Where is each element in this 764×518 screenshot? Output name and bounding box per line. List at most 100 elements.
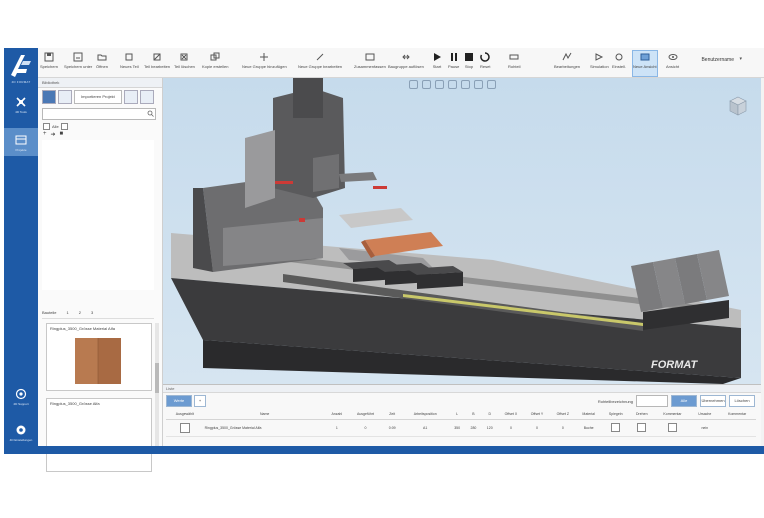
filter-label: Alle <box>52 124 59 129</box>
tab-add[interactable]: + <box>194 395 206 407</box>
tab-values[interactable]: Werte <box>166 395 192 407</box>
parts-tab[interactable]: 3 <box>91 310 93 315</box>
library-search-input[interactable] <box>42 108 156 120</box>
column-header[interactable]: Offset Z <box>550 409 576 420</box>
toolbar-start[interactable]: Start <box>432 51 442 75</box>
table-cell: 350 <box>449 419 466 437</box>
nav-item-settings[interactable]: 4D Einstellungen <box>4 418 38 446</box>
chevron-down-icon[interactable]: ▾ <box>739 56 742 62</box>
toolbar-new-part[interactable]: Neues Teil <box>120 51 139 75</box>
toolbar-simulation[interactable]: Simulation <box>590 51 609 75</box>
toolbar-new-view[interactable]: Neue Ansicht <box>632 50 658 77</box>
toolbar-label: Baugruppe auflösen <box>388 64 424 69</box>
nav-item-projects[interactable]: Projekte <box>4 128 38 156</box>
add-group-icon <box>260 53 269 61</box>
scrollbar-thumb[interactable] <box>155 363 159 393</box>
toolbar-open[interactable]: Öffnen <box>96 51 108 75</box>
toolbar-label: Ansicht <box>666 64 680 69</box>
toolbar-settings[interactable]: Einstell. <box>612 51 626 75</box>
toolbar-operations[interactable]: Bearbeitungen <box>554 51 580 75</box>
toolbar-save[interactable]: Speichern <box>40 51 58 75</box>
add-icon[interactable] <box>123 90 138 104</box>
toolbar-ungroup[interactable]: Baugruppe auflösen <box>388 51 424 75</box>
plus-icon[interactable]: + <box>43 131 47 138</box>
table-cell <box>718 419 756 437</box>
toolbar-save-as[interactable]: Speichern unter <box>64 51 92 75</box>
main-toolbar: Speichern Speichern unter Öffnen Neues T… <box>38 48 764 78</box>
column-header[interactable]: Anzahl <box>325 409 348 420</box>
comment-checkbox-cell[interactable] <box>653 419 692 437</box>
column-header[interactable]: D <box>481 409 498 420</box>
checkbox[interactable] <box>667 423 677 432</box>
column-header[interactable]: Zeit <box>383 409 402 420</box>
toolbar-delete-part[interactable]: Teil löschen <box>174 51 195 75</box>
filter-checkbox[interactable] <box>43 123 50 130</box>
lock-icon[interactable]: ■ <box>60 131 64 138</box>
toolbar-label: Speichern unter <box>64 64 93 69</box>
grid-view-icon[interactable] <box>42 90 56 104</box>
column-header[interactable]: Name <box>203 409 326 420</box>
checkbox[interactable] <box>179 422 190 433</box>
settings-icon <box>615 53 623 61</box>
3d-viewport[interactable]: FORMAT <box>163 78 761 385</box>
arrow-icon[interactable]: ➜ <box>51 131 56 138</box>
toolbar-reset[interactable]: Reset <box>480 51 490 75</box>
column-header[interactable]: L <box>449 409 466 420</box>
column-header[interactable]: Ausgewählt <box>166 409 204 420</box>
toolbar-edit-group[interactable]: Neue Gruppe bearbeiten <box>298 51 342 75</box>
nav-item-support[interactable]: 4D Support <box>4 382 38 410</box>
column-header[interactable]: Spiegeln <box>601 409 630 420</box>
more-icon[interactable] <box>139 90 154 104</box>
toolbar-pause[interactable]: Pause <box>448 51 459 75</box>
checkbox[interactable] <box>637 423 647 432</box>
column-header[interactable]: Arbeitsposition <box>401 409 450 420</box>
nav-item-tools[interactable]: 4D Tools <box>4 90 38 118</box>
table-row[interactable]: Ringplus_3500_Grösse Material Alfa 1 0 0… <box>166 419 756 437</box>
column-header[interactable]: Kommentar <box>718 409 756 420</box>
import-project-button[interactable]: Importieren Projekt <box>74 90 122 104</box>
part-card[interactable]: Ringplus_3500_Grösse Material Alfa <box>46 323 152 391</box>
toolbar-view[interactable]: Ansicht <box>666 51 679 75</box>
mirror-checkbox-cell[interactable] <box>601 419 630 437</box>
toolbar-merge[interactable]: Zusammenfassen <box>354 51 386 75</box>
nav-item-label: 4D Einstellungen <box>9 437 33 442</box>
part-card-title: Ringplus_3500_Grösse Alfa <box>50 401 100 406</box>
column-header[interactable]: Ursache <box>691 409 719 420</box>
column-header[interactable]: Ausgeführt <box>347 409 384 420</box>
parts-tab[interactable]: Bauteile <box>42 310 56 315</box>
column-header[interactable]: Kommentar <box>653 409 692 420</box>
toolbar-edit-part[interactable]: Teil bearbeiten <box>144 51 170 75</box>
row-select-checkbox[interactable] <box>166 419 204 437</box>
toolbar-blank[interactable]: Rohteil <box>508 51 520 75</box>
rotate-checkbox-cell[interactable] <box>629 419 654 437</box>
library-scrollbar[interactable] <box>155 323 159 451</box>
edit-part-icon <box>153 53 161 61</box>
blank-name-input[interactable] <box>636 395 668 407</box>
logo-text: 4D FORMAT <box>11 80 31 84</box>
user-name[interactable]: Benutzername <box>701 57 734 63</box>
table-cell: A1 <box>401 419 450 437</box>
parts-tab[interactable]: 2 <box>79 310 81 315</box>
toolbar-copy[interactable]: Kopie erstellen <box>202 51 228 75</box>
parts-tab[interactable]: 1 <box>66 310 68 315</box>
parts-tabs: Bauteile 1 2 3 <box>42 306 154 319</box>
column-header[interactable]: B <box>465 409 482 420</box>
toolbar-label: Speichern <box>40 64 59 69</box>
toolbar-stop[interactable]: Stop <box>464 51 474 75</box>
edit-group-icon <box>316 53 324 61</box>
column-header[interactable]: Offset X <box>497 409 524 420</box>
toolbar-label: Rohteil <box>508 64 521 69</box>
column-header[interactable]: Drehen <box>629 409 654 420</box>
delete-button[interactable]: Löschen <box>729 395 755 407</box>
column-header[interactable]: Material <box>575 409 602 420</box>
all-button[interactable]: Alle <box>671 395 697 407</box>
toolbar-add-group[interactable]: Neue Gruppe hinzufügen <box>242 51 287 75</box>
checkbox[interactable] <box>611 423 621 432</box>
support-icon <box>15 388 27 399</box>
tools-icon <box>16 96 26 107</box>
column-header[interactable]: Offset Y <box>524 409 551 420</box>
apply-button[interactable]: Übernehmen <box>700 395 726 407</box>
filter-checkbox-2[interactable] <box>60 123 68 130</box>
list-view-icon[interactable] <box>58 90 72 104</box>
part-card[interactable]: Ringplus_3500_Grösse Alfa <box>46 398 152 472</box>
